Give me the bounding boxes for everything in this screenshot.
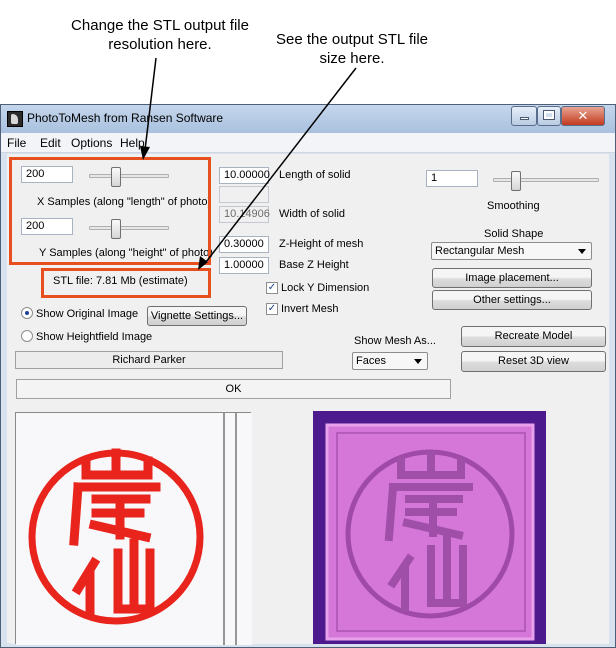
preview-area bbox=[11, 408, 609, 645]
solid-shape-value: Rectangular Mesh bbox=[435, 245, 525, 257]
zheight-label: Z-Height of mesh bbox=[279, 238, 364, 250]
app-window: PhotoToMesh from Ransen Software ✕ File … bbox=[0, 104, 616, 648]
width-label: Width of solid bbox=[279, 208, 346, 220]
length-label: Length of solid bbox=[279, 169, 351, 181]
original-image-pane bbox=[15, 412, 252, 645]
width-input: 10.14906 bbox=[219, 206, 270, 223]
window-title: PhotoToMesh from Ransen Software bbox=[27, 111, 224, 125]
samples-highlight-box bbox=[9, 157, 211, 265]
ok-button[interactable]: OK bbox=[16, 379, 451, 399]
length-input[interactable]: 10.00000 bbox=[219, 167, 270, 184]
spacer-input bbox=[219, 186, 269, 203]
menu-help[interactable]: Help bbox=[120, 136, 145, 150]
menu-bar: File Edit Options Help bbox=[1, 133, 615, 153]
mesh-mode-select[interactable]: Faces bbox=[352, 352, 428, 370]
maximize-button[interactable] bbox=[537, 106, 561, 126]
show-heightfield-radio[interactable] bbox=[21, 330, 33, 342]
mesh-mode-value: Faces bbox=[356, 355, 386, 367]
recreate-model-button[interactable]: Recreate Model bbox=[461, 326, 606, 347]
vignette-settings-button[interactable]: Vignette Settings... bbox=[147, 306, 247, 326]
minimize-button[interactable] bbox=[511, 106, 537, 126]
menu-file[interactable]: File bbox=[7, 136, 26, 150]
image-placement-button[interactable]: Image placement... bbox=[432, 268, 592, 288]
file-size-highlight-box bbox=[41, 268, 211, 298]
solid-shape-label: Solid Shape bbox=[484, 228, 544, 240]
close-button[interactable]: ✕ bbox=[561, 106, 605, 126]
smoothing-slider-track[interactable] bbox=[493, 178, 599, 182]
show-mesh-label: Show Mesh As... bbox=[354, 335, 436, 347]
other-settings-button[interactable]: Other settings... bbox=[432, 290, 592, 310]
close-icon: ✕ bbox=[577, 108, 589, 123]
menu-edit[interactable]: Edit bbox=[40, 136, 61, 150]
mesh-3d-view[interactable] bbox=[313, 411, 546, 644]
chevron-down-icon bbox=[414, 359, 422, 364]
main-panel: 200 X Samples (along "length" of photo) … bbox=[7, 154, 609, 645]
show-heightfield-label: Show Heightfield Image bbox=[36, 331, 153, 343]
maximize-icon bbox=[543, 110, 555, 120]
mesh-render bbox=[313, 411, 546, 644]
lock-y-checkbox[interactable]: ✓ bbox=[266, 282, 278, 294]
reset-3d-view-button[interactable]: Reset 3D view bbox=[461, 351, 606, 372]
callout-filesize: See the output STL file size here. bbox=[275, 31, 429, 67]
app-icon bbox=[7, 111, 23, 127]
lock-y-label: Lock Y Dimension bbox=[281, 282, 370, 294]
smoothing-input[interactable]: 1 bbox=[426, 170, 478, 187]
title-bar[interactable]: PhotoToMesh from Ransen Software ✕ bbox=[1, 105, 615, 133]
chevron-down-icon bbox=[578, 249, 586, 254]
smoothing-label: Smoothing bbox=[487, 200, 540, 212]
show-original-radio[interactable] bbox=[21, 307, 33, 319]
basez-label: Base Z Height bbox=[279, 259, 349, 271]
show-original-label: Show Original Image bbox=[36, 308, 139, 320]
basez-input[interactable]: 1.00000 bbox=[219, 257, 269, 274]
minimize-icon bbox=[519, 117, 529, 120]
invert-mesh-label: Invert Mesh bbox=[281, 303, 339, 315]
zheight-input[interactable]: 0.30000 bbox=[219, 236, 269, 253]
menu-options[interactable]: Options bbox=[71, 136, 112, 150]
user-name-field: Richard Parker bbox=[15, 351, 283, 369]
smoothing-slider-thumb[interactable] bbox=[511, 171, 521, 191]
callout-resolution: Change the STL output file resolution he… bbox=[71, 17, 249, 53]
invert-mesh-checkbox[interactable]: ✓ bbox=[266, 303, 278, 315]
solid-shape-select[interactable]: Rectangular Mesh bbox=[431, 242, 592, 260]
seal-image bbox=[16, 413, 252, 645]
